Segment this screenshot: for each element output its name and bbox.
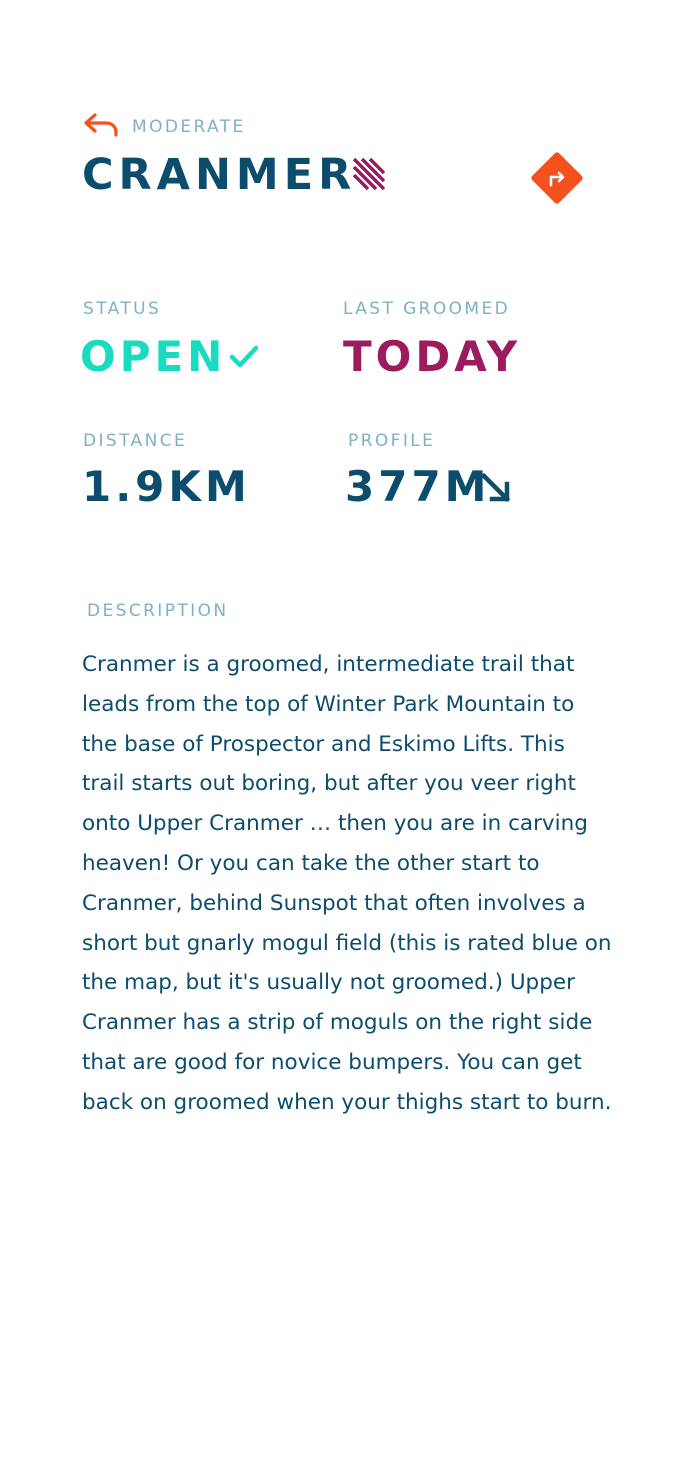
- back-button[interactable]: [82, 111, 122, 141]
- directions-button[interactable]: [525, 146, 589, 210]
- last-groomed-value: TODAY: [343, 332, 522, 381]
- profile-label: PROFILE: [348, 431, 436, 451]
- difficulty-label: MODERATE: [132, 117, 246, 137]
- turn-right-diamond-icon: [531, 152, 583, 204]
- curved-back-arrow-icon: [84, 113, 118, 137]
- trail-title: CRANMER: [82, 150, 357, 200]
- diagonal-stripes-icon: [352, 157, 386, 191]
- status-value: OPEN: [80, 332, 227, 381]
- distance-label: DISTANCE: [83, 431, 188, 451]
- profile-value: 377M: [345, 462, 491, 511]
- description-label: DESCRIPTION: [87, 601, 229, 621]
- distance-value: 1.9KM: [82, 462, 251, 511]
- status-label: STATUS: [83, 299, 162, 319]
- last-groomed-label: LAST GROOMED: [343, 299, 511, 319]
- description-text: Cranmer is a groomed, intermediate trail…: [82, 652, 612, 1115]
- arrow-down-right-icon: [480, 472, 512, 504]
- checkmark-icon: [229, 342, 259, 372]
